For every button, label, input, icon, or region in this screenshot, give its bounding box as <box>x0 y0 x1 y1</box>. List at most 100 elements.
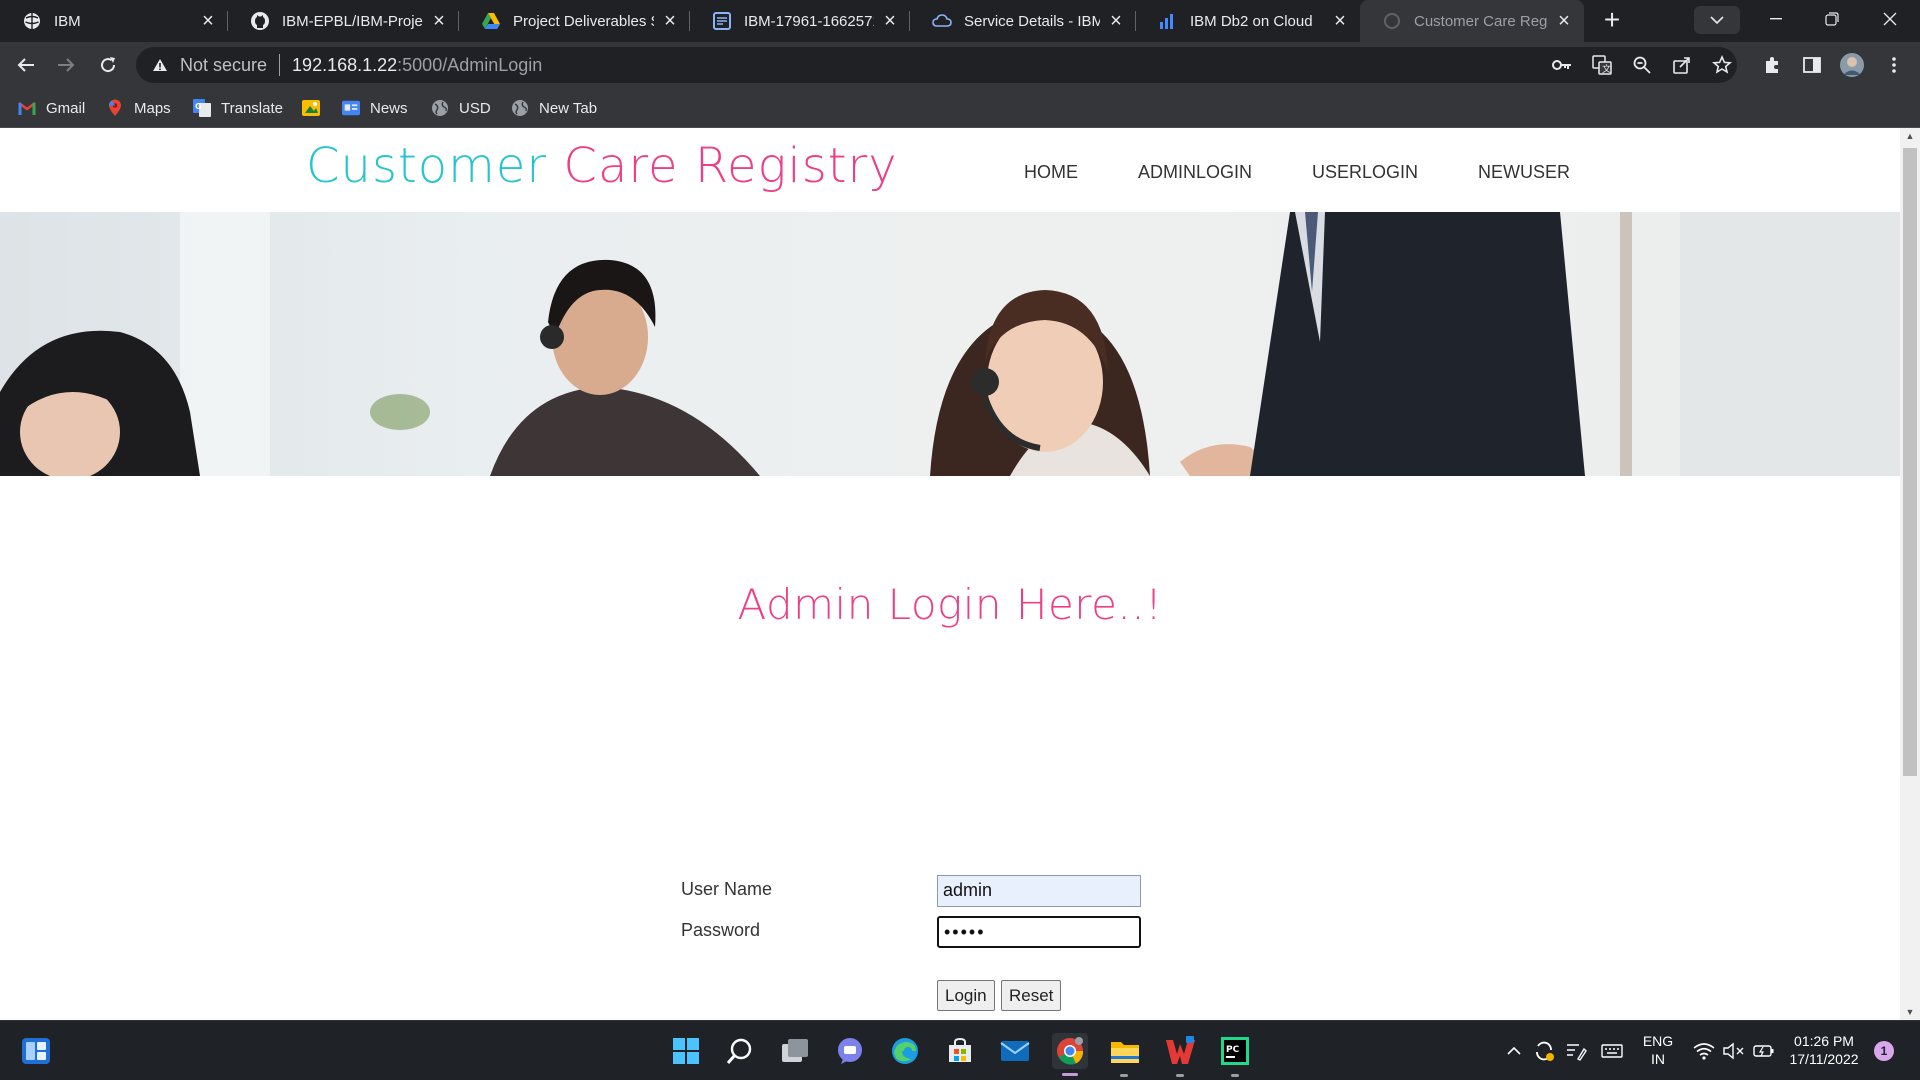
translate-icon: G <box>193 99 211 117</box>
start-button[interactable] <box>668 1033 704 1069</box>
page-scrollbar[interactable]: ▲ ▼ <box>1900 128 1920 1020</box>
share-icon[interactable] <box>1668 51 1696 79</box>
search-icon[interactable] <box>722 1033 758 1069</box>
db2-icon <box>1158 11 1178 31</box>
forward-button[interactable] <box>50 49 82 81</box>
tab-customer-care[interactable]: Customer Care Regist × <box>1360 0 1584 42</box>
svg-text:PC: PC <box>1226 1045 1240 1055</box>
bookmark-gmail[interactable]: Gmail <box>18 88 85 128</box>
edge-icon[interactable] <box>887 1033 923 1069</box>
site-logo[interactable]: Customer Care Registry <box>306 138 898 194</box>
nav-adminlogin[interactable]: ADMINLOGIN <box>1138 162 1252 183</box>
call-center-photo <box>0 212 1900 476</box>
close-icon[interactable]: × <box>429 10 449 32</box>
bookmark-news[interactable]: News <box>342 88 408 128</box>
reset-button[interactable]: Reset <box>1001 980 1062 1011</box>
tab-title: IBM Db2 on Cloud <box>1190 12 1313 30</box>
nav-userlogin[interactable]: USERLOGIN <box>1312 162 1418 183</box>
tab-db2[interactable]: IBM Db2 on Cloud × <box>1136 0 1360 42</box>
tab-project-deliverables[interactable]: Project Deliverables S × <box>459 0 690 42</box>
close-icon[interactable]: × <box>1106 10 1126 32</box>
address-bar[interactable]: Not secure 192.168.1.22 :5000/AdminLogin <box>136 47 1737 83</box>
nav-newuser[interactable]: NEWUSER <box>1478 162 1570 183</box>
news-icon <box>342 99 360 117</box>
mail-icon[interactable] <box>997 1033 1033 1069</box>
profile-avatar[interactable] <box>1838 51 1866 79</box>
close-window-button[interactable] <box>1862 0 1918 38</box>
extensions-icon[interactable] <box>1758 51 1786 79</box>
task-view-icon[interactable] <box>777 1033 813 1069</box>
running-app-indicator <box>1176 1074 1184 1077</box>
divider <box>279 54 281 76</box>
scroll-up-arrow[interactable]: ▲ <box>1900 128 1920 144</box>
hero-banner-image <box>0 212 1900 476</box>
widgets-icon[interactable] <box>18 1033 54 1069</box>
back-button[interactable] <box>10 49 42 81</box>
battery-icon[interactable] <box>1750 1033 1778 1069</box>
wifi-icon[interactable] <box>1690 1033 1718 1069</box>
teams-chat-icon[interactable] <box>832 1033 868 1069</box>
page-title: Admin Login Here..! <box>737 580 1163 629</box>
scroll-down-arrow[interactable]: ▼ <box>1900 1004 1920 1020</box>
tab-search-button[interactable] <box>1694 6 1740 34</box>
new-tab-button[interactable]: + <box>1597 6 1627 36</box>
file-explorer-icon[interactable] <box>1107 1033 1143 1069</box>
close-icon[interactable]: × <box>1330 10 1350 32</box>
clock-date: 17/11/2022 <box>1789 1051 1859 1067</box>
pycharm-icon[interactable]: PC <box>1217 1033 1253 1069</box>
scrollbar-thumb[interactable] <box>1903 148 1917 776</box>
reload-button[interactable] <box>92 49 124 81</box>
logo-word-care-registry: Care Registry <box>563 138 898 194</box>
warning-icon[interactable] <box>150 55 170 75</box>
clock-time: 01:26 PM <box>1794 1033 1854 1049</box>
login-button[interactable]: Login <box>937 980 995 1011</box>
side-panel-icon[interactable] <box>1798 51 1826 79</box>
tab-title: IBM <box>54 12 81 30</box>
tab-title: IBM-17961-16625713 <box>744 12 874 30</box>
ibm-favicon <box>22 11 42 31</box>
microsoft-store-icon[interactable] <box>942 1033 978 1069</box>
chevron-up-icon[interactable] <box>1502 1033 1526 1069</box>
security-status[interactable]: Not secure <box>180 55 267 76</box>
keyboard-icon[interactable] <box>1598 1033 1626 1069</box>
close-icon[interactable]: × <box>880 10 900 32</box>
restore-icon <box>1825 12 1839 26</box>
nav-home[interactable]: HOME <box>1024 162 1078 183</box>
chrome-icon[interactable] <box>1052 1033 1088 1069</box>
arrow-left-icon <box>17 58 34 72</box>
restore-button[interactable] <box>1804 0 1860 38</box>
pen-menu-icon[interactable] <box>1562 1033 1590 1069</box>
menu-icon[interactable] <box>1880 51 1908 79</box>
region-code: IN <box>1651 1051 1665 1067</box>
key-icon[interactable] <box>1548 51 1576 79</box>
close-icon[interactable]: × <box>1554 10 1574 32</box>
speaker-muted-icon[interactable] <box>1720 1033 1748 1069</box>
bookmark-label: Translate <box>221 99 283 117</box>
username-input[interactable]: admin <box>937 875 1141 907</box>
tab-ibm-document[interactable]: IBM-17961-16625713 × <box>690 0 910 42</box>
password-label: Password <box>681 920 761 940</box>
bookmark-maps[interactable]: Maps <box>106 88 171 128</box>
zoom-icon[interactable] <box>1628 51 1656 79</box>
windows-logo-icon <box>673 1038 699 1064</box>
bookmark-photos[interactable] <box>302 88 330 128</box>
minimize-button[interactable] <box>1748 0 1804 38</box>
bookmark-usd[interactable]: USD <box>431 88 491 128</box>
bookmark-label: News <box>370 99 408 117</box>
bookmark-translate[interactable]: G Translate <box>193 88 283 128</box>
close-icon[interactable]: × <box>660 10 680 32</box>
close-icon[interactable]: × <box>198 10 218 32</box>
translate-page-icon[interactable]: 文 <box>1588 51 1616 79</box>
language-indicator[interactable]: ENG IN <box>1640 1032 1676 1068</box>
password-input[interactable]: ••••• <box>937 916 1141 948</box>
tab-ibm[interactable]: IBM × <box>0 0 228 42</box>
wps-office-icon[interactable] <box>1162 1033 1198 1069</box>
notification-badge[interactable]: 1 <box>1874 1041 1894 1061</box>
tab-service-details[interactable]: Service Details - IBM C × <box>910 0 1136 42</box>
bookmark-new-tab[interactable]: New Tab <box>511 88 597 128</box>
tab-github[interactable]: IBM-EPBL/IBM-Projec × <box>228 0 459 42</box>
bookmark-star-icon[interactable] <box>1708 51 1736 79</box>
sync-icon[interactable] <box>1530 1033 1558 1069</box>
site-header: Customer Care Registry HOME ADMINLOGIN U… <box>0 128 1900 212</box>
clock[interactable]: 01:26 PM 17/11/2022 <box>1784 1032 1864 1068</box>
